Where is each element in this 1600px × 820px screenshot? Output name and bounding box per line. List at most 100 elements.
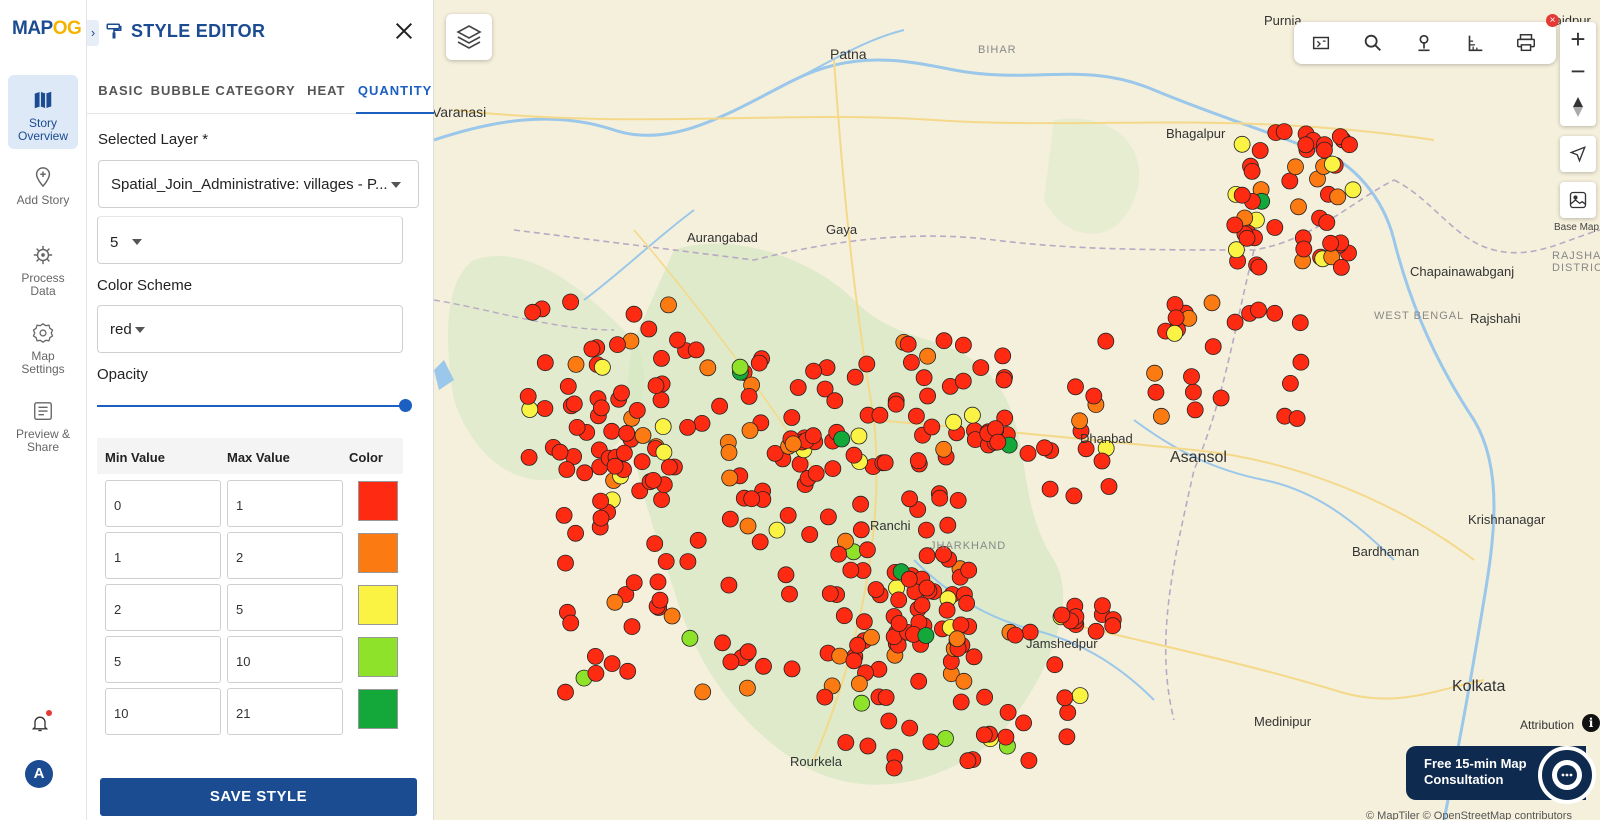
village-point[interactable]	[1147, 383, 1165, 401]
village-point[interactable]	[634, 427, 652, 444]
village-point[interactable]	[907, 407, 925, 425]
village-point[interactable]	[721, 510, 739, 528]
max-value-input[interactable]: 1	[227, 480, 343, 527]
village-point[interactable]	[653, 491, 671, 509]
village-point[interactable]	[755, 657, 772, 675]
village-point[interactable]	[923, 418, 941, 436]
village-point[interactable]	[1316, 141, 1333, 159]
tab-quantity[interactable]: QUANTITY	[356, 70, 434, 114]
village-point[interactable]	[972, 359, 990, 377]
village-point[interactable]	[555, 507, 573, 524]
village-point[interactable]	[1295, 240, 1313, 258]
village-point[interactable]	[901, 490, 919, 508]
village-point[interactable]	[965, 648, 983, 666]
village-point[interactable]	[519, 387, 537, 405]
info-icon[interactable]: i	[1582, 714, 1600, 732]
village-point[interactable]	[592, 492, 610, 510]
village-point[interactable]	[955, 672, 973, 690]
village-point[interactable]	[720, 444, 738, 461]
village-point[interactable]	[738, 679, 756, 697]
village-point[interactable]	[750, 354, 768, 372]
village-point[interactable]	[619, 662, 637, 680]
close-icon[interactable]	[393, 20, 415, 42]
village-point[interactable]	[740, 387, 758, 405]
village-point[interactable]	[592, 399, 610, 417]
village-point[interactable]	[909, 452, 927, 470]
village-point[interactable]	[955, 336, 972, 354]
village-point[interactable]	[1341, 136, 1358, 154]
village-point[interactable]	[1203, 294, 1221, 312]
village-point[interactable]	[887, 395, 905, 413]
village-point[interactable]	[1212, 389, 1230, 407]
village-point[interactable]	[1153, 407, 1170, 425]
max-value-input[interactable]: 10	[227, 636, 343, 683]
village-point[interactable]	[781, 585, 798, 603]
village-point[interactable]	[939, 516, 957, 534]
village-point[interactable]	[915, 369, 933, 387]
village-point[interactable]	[952, 693, 970, 711]
village-point[interactable]	[644, 471, 662, 489]
village-point[interactable]	[789, 379, 807, 396]
village-point[interactable]	[958, 594, 975, 612]
village-point[interactable]	[1322, 234, 1339, 252]
village-point[interactable]	[565, 395, 583, 413]
village-point[interactable]	[901, 719, 919, 737]
village-point[interactable]	[1226, 216, 1244, 234]
nav-item-add-story[interactable]: Add Story	[8, 152, 78, 226]
village-point[interactable]	[1292, 353, 1310, 371]
village-point[interactable]	[592, 509, 610, 527]
village-point[interactable]	[655, 443, 673, 461]
compass-icon[interactable]	[1570, 96, 1586, 118]
village-point[interactable]	[830, 545, 848, 563]
village-point[interactable]	[1329, 188, 1347, 206]
village-point[interactable]	[609, 336, 626, 354]
village-point[interactable]	[845, 446, 863, 464]
village-point[interactable]	[687, 341, 705, 359]
map-canvas[interactable]: Patna Purnia Varanasi Bhagalpur Aurangab…	[434, 0, 1600, 820]
layers-button[interactable]	[446, 14, 492, 60]
opacity-slider[interactable]	[97, 405, 403, 407]
village-point[interactable]	[935, 440, 953, 458]
village-point[interactable]	[910, 672, 928, 690]
village-point[interactable]	[999, 704, 1017, 721]
village-point[interactable]	[651, 591, 669, 609]
village-point[interactable]	[833, 430, 851, 448]
classes-select[interactable]: 5	[97, 216, 403, 264]
village-point[interactable]	[849, 636, 867, 654]
village-point[interactable]	[1036, 439, 1053, 457]
village-point[interactable]	[1266, 304, 1284, 322]
village-point[interactable]	[625, 574, 643, 591]
print-icon[interactable]	[1515, 32, 1537, 54]
village-point[interactable]	[586, 648, 604, 665]
village-point[interactable]	[952, 616, 970, 634]
village-point[interactable]	[562, 614, 580, 632]
village-point[interactable]	[931, 489, 949, 507]
village-point[interactable]	[551, 443, 569, 461]
color-swatch[interactable]	[358, 585, 398, 625]
village-point[interactable]	[663, 607, 681, 625]
village-point[interactable]	[1226, 313, 1244, 331]
village-point[interactable]	[606, 593, 624, 611]
village-point[interactable]	[900, 570, 918, 588]
min-value-input[interactable]: 5	[105, 636, 221, 683]
village-point[interactable]	[835, 607, 853, 625]
village-point[interactable]	[1185, 383, 1202, 401]
village-point[interactable]	[837, 734, 855, 751]
village-point[interactable]	[1166, 324, 1183, 342]
village-point[interactable]	[1250, 301, 1267, 319]
village-point[interactable]	[855, 613, 873, 631]
village-point[interactable]	[1281, 172, 1299, 190]
village-point[interactable]	[633, 453, 651, 471]
village-point[interactable]	[880, 712, 898, 730]
nav-item-process-data[interactable]: Process Data	[8, 230, 78, 304]
village-point[interactable]	[1297, 136, 1315, 154]
village-point[interactable]	[1058, 728, 1076, 746]
village-point[interactable]	[1318, 214, 1336, 231]
village-point[interactable]	[1071, 687, 1089, 704]
village-point[interactable]	[945, 413, 962, 431]
village-point[interactable]	[1324, 155, 1341, 173]
min-value-input[interactable]: 0	[105, 480, 221, 527]
mapog-logo[interactable]: MAPOG	[12, 18, 82, 40]
village-point[interactable]	[520, 448, 538, 466]
village-point[interactable]	[842, 561, 860, 579]
